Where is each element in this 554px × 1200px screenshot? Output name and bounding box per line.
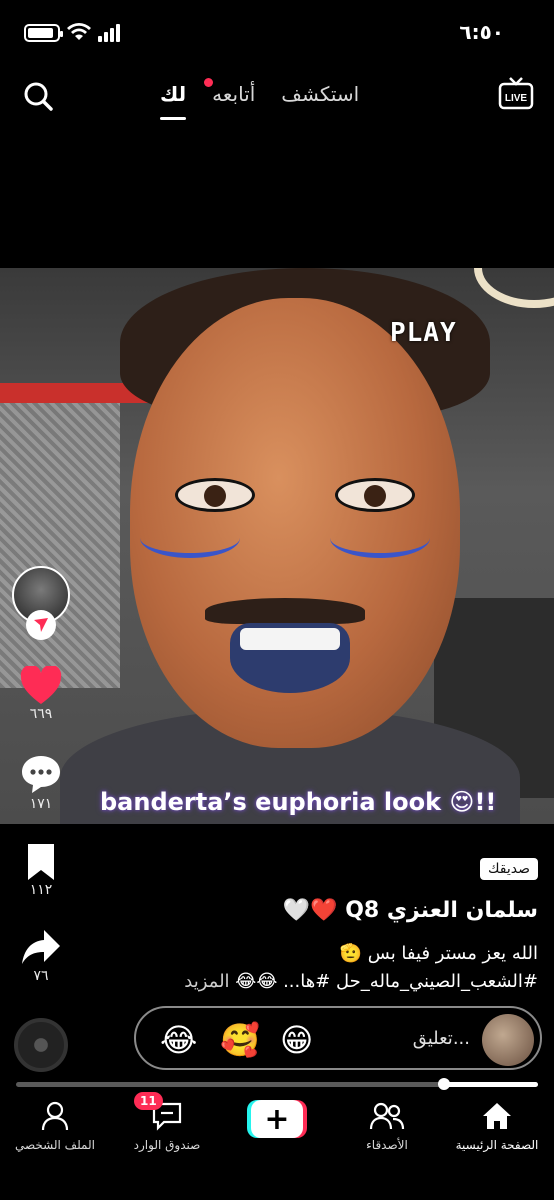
music-disc[interactable] [14,1018,68,1072]
like-count: ٦٦٩ [29,706,53,722]
like-icon[interactable] [20,666,62,706]
face-paint-left [140,518,240,558]
battery-icon [24,24,63,42]
status-bar: ٦:٥٠ [0,0,554,64]
feed-tabs: استكشف أتابعه لك [160,78,359,120]
send-icon [34,618,48,632]
nav-home-label: الصفحة الرئيسية [455,1138,539,1152]
nav-friends[interactable]: الأصدقاء [332,1096,442,1152]
signal-icon [98,24,120,42]
search-icon[interactable] [22,80,54,112]
video-subject-eye-right [335,478,415,512]
nav-profile-label: الملف الشخصي [15,1138,95,1152]
nav-friends-label: الأصدقاء [366,1138,408,1152]
emoji-button-hearts[interactable]: 🥰 [220,1020,260,1060]
emoji-button-grin[interactable]: 😁 [280,1020,313,1060]
video-overlay-play: PLAY [390,318,457,348]
ring-light [474,268,554,308]
live-label: LIVE [505,93,528,104]
video-subject-eye-left [175,478,255,512]
inbox-badge: 11 [134,1092,163,1110]
video-progress-bar[interactable] [16,1078,538,1090]
bottom-nav: الصفحة الرئيسية الأصدقاء + صندوق الوارد [0,1090,554,1200]
tab-following[interactable]: أتابعه [204,78,256,106]
home-icon [483,1103,511,1129]
share-count: ٧٦ [33,968,49,984]
video-subject-mustache [205,598,365,624]
face-paint-right [330,518,430,558]
create-button[interactable]: + [247,1100,307,1138]
nav-profile[interactable]: الملف الشخصي [0,1096,110,1152]
create-plus-icon: + [251,1100,303,1138]
tab-following-label: أتابعه [212,82,256,106]
friends-icon [369,1102,405,1130]
post-username[interactable]: سلمان العنزي Q8 ❤️🤍 [283,898,538,923]
comment-count: ١٧١ [29,796,53,812]
profile-icon [41,1101,69,1131]
emoji-button-tears-of-joy[interactable]: 😂 [160,1020,197,1060]
post-description-text: الله يعز مستر فيفا بس 🫡 #الشعب_الصيني_ما… [235,943,538,992]
bookmark-icon[interactable] [20,842,62,882]
share-icon[interactable] [20,928,62,968]
video-overlay-caption: banderta’s euphoria look 😍!! [100,788,497,816]
my-avatar [482,1014,534,1066]
video-subject-teeth [240,628,340,650]
nav-home[interactable]: الصفحة الرئيسية [442,1096,552,1152]
tab-explore[interactable]: استكشف [281,82,359,106]
comment-icon[interactable] [20,754,62,794]
save-count: ١١٢ [29,882,53,898]
video-progress-fill [444,1082,538,1087]
more-link[interactable]: المزيد [184,971,229,992]
status-time: ٦:٥٠ [459,20,504,44]
video-progress-knob[interactable] [438,1078,451,1090]
nav-inbox[interactable]: صندوق الوارد [112,1096,222,1152]
top-nav: استكشف أتابعه لك LIVE [0,64,554,124]
video-player[interactable]: PLAY banderta’s euphoria look 😍!! [0,268,554,824]
video-background [0,388,120,688]
friend-badge: صديقك [479,858,538,880]
nav-inbox-label: صندوق الوارد [133,1138,201,1152]
wifi-icon [67,23,91,40]
battery-level [28,28,54,38]
post-description: الله يعز مستر فيفا بس 🫡 #الشعب_الصيني_ما… [148,940,538,996]
live-icon[interactable]: LIVE [498,76,534,112]
comment-bar[interactable]: تعليق... 😂 🥰 😁 [134,1006,542,1070]
tab-for-you[interactable]: لك [160,82,187,120]
comment-input[interactable]: تعليق... [413,1028,470,1049]
follow-button[interactable] [26,610,56,640]
